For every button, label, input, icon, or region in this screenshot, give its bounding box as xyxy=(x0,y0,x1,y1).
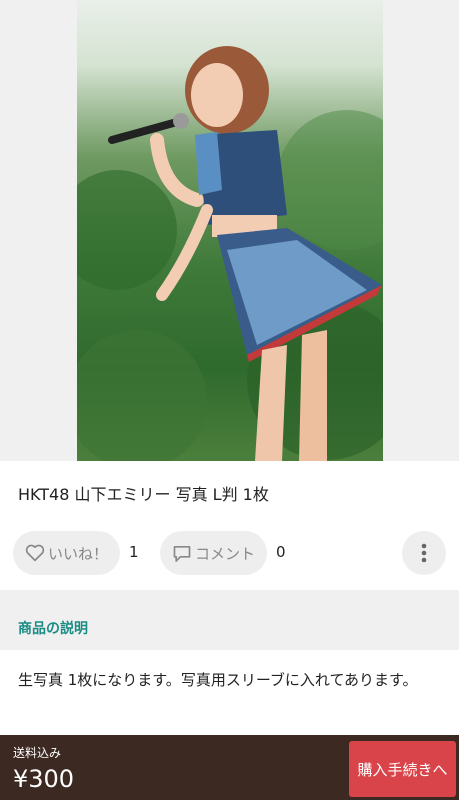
shipping-label: 送料込み xyxy=(13,746,62,760)
like-label: いいね！ xyxy=(47,544,108,563)
comment-count: 0 xyxy=(276,543,286,561)
heart-icon xyxy=(25,544,45,562)
purchase-button[interactable]: 購入手続きへ xyxy=(349,741,456,797)
description-text: 生写真 1枚になります。写真用スリーブに入れてあります。 xyxy=(18,671,418,689)
action-row: いいね！ 1 コメント 0 xyxy=(0,523,459,585)
product-title: HKT48 山下エミリー 写真 L判 1枚 xyxy=(18,485,269,504)
product-image-area xyxy=(0,0,459,461)
comment-icon xyxy=(173,545,191,562)
price: ¥300 xyxy=(13,765,75,793)
description-header: 商品の説明 xyxy=(0,600,459,650)
more-vertical-icon xyxy=(421,543,427,563)
description-body: 生写真 1枚になります。写真用スリーブに入れてあります。 xyxy=(0,650,459,735)
like-button[interactable]: いいね！ xyxy=(13,531,120,575)
section-gap xyxy=(0,590,459,600)
comment-button[interactable]: コメント xyxy=(160,531,267,575)
product-photo[interactable] xyxy=(77,0,383,461)
comment-label: コメント xyxy=(194,544,255,563)
product-title-row: HKT48 山下エミリー 写真 L判 1枚 xyxy=(0,461,459,523)
like-count: 1 xyxy=(129,543,139,561)
description-header-label: 商品の説明 xyxy=(18,621,88,637)
performer-photo-illustration xyxy=(77,46,383,461)
more-button[interactable] xyxy=(402,531,446,575)
purchase-bar: 送料込み ¥300 購入手続きへ xyxy=(0,735,459,800)
